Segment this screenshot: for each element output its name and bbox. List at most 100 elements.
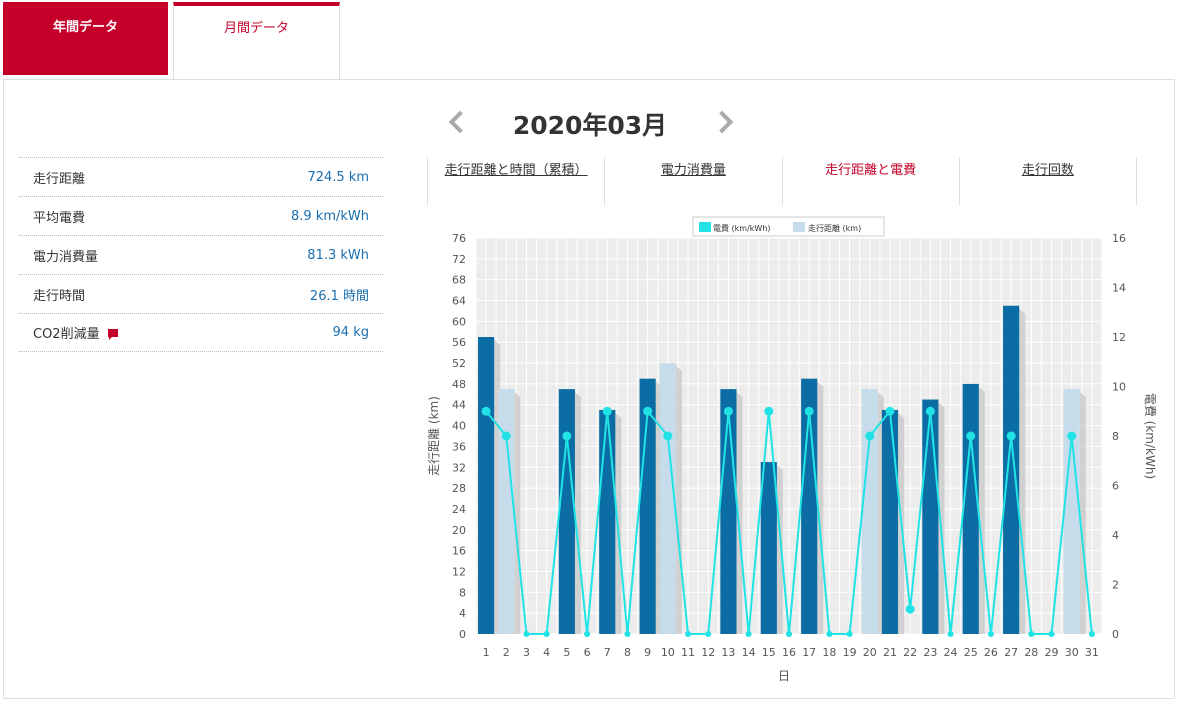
x-tick-label: 30 [1065, 646, 1079, 659]
efficiency-point [663, 431, 673, 441]
y-tick-label: 24 [452, 503, 466, 516]
y-tick-label: 16 [452, 545, 466, 558]
efficiency-point [543, 631, 550, 637]
efficiency-point [643, 406, 653, 416]
bar-shadow [978, 386, 985, 634]
legend-label-efficiency: 電費 (km/kWh) [713, 223, 771, 233]
chart-tab-cumulative[interactable]: 走行距離と時間（累積） [427, 157, 606, 205]
x-tick-label: 21 [883, 646, 897, 659]
stat-row-distance: 走行距離 724.5 km [19, 157, 383, 196]
efficiency-point [723, 406, 733, 416]
distance-efficiency-chart: 0481216202428323640444852566064687276024… [427, 216, 1158, 683]
stat-row-power: 電力消費量 81.3 kWh [19, 235, 383, 274]
x-tick-label: 15 [762, 646, 776, 659]
efficiency-point [501, 431, 511, 441]
tab-annual[interactable]: 年間データ [3, 2, 168, 75]
stat-value: 8.9 km/kWh [291, 208, 369, 224]
efficiency-point [745, 631, 752, 637]
x-tick-label: 16 [782, 646, 796, 659]
x-tick-label: 19 [843, 646, 857, 659]
efficiency-point [1067, 431, 1077, 441]
efficiency-point [584, 631, 591, 637]
legend-swatch-distance [793, 222, 805, 232]
efficiency-point [786, 631, 792, 637]
x-tick-label: 25 [964, 646, 978, 659]
distance-bar [1063, 389, 1080, 634]
x-tick-label: 8 [624, 646, 631, 659]
y2-tick-label: 16 [1112, 232, 1126, 245]
efficiency-point [705, 631, 712, 637]
distance-bar [558, 389, 575, 634]
chevron-left-icon[interactable] [448, 110, 472, 134]
y-tick-label: 76 [452, 232, 466, 245]
y2-tick-label: 8 [1112, 430, 1119, 443]
stat-value: 26.1 時間 [309, 288, 369, 304]
y-tick-label: 52 [452, 357, 466, 370]
x-tick-label: 12 [701, 646, 715, 659]
x-tick-label: 11 [681, 646, 695, 659]
y-tick-label: 0 [459, 628, 466, 641]
y-tick-label: 12 [452, 565, 466, 578]
chart-tab-trips[interactable]: 走行回数 [960, 157, 1137, 205]
bar-shadow [675, 366, 682, 634]
legend-label-distance: 走行距離 (km) [808, 223, 861, 233]
x-tick-label: 24 [944, 646, 958, 659]
x-tick-label: 26 [984, 646, 998, 659]
distance-bar [498, 389, 515, 634]
x-tick-label: 13 [721, 646, 735, 659]
y2-tick-label: 6 [1112, 480, 1119, 493]
x-tick-label: 29 [1045, 646, 1059, 659]
distance-bar [720, 389, 737, 634]
distance-bar [962, 383, 979, 634]
stat-row-co2: CO2削減量 94 kg [19, 313, 383, 352]
efficiency-point [1028, 631, 1035, 637]
efficiency-point [846, 631, 853, 637]
x-tick-label: 1 [483, 646, 490, 659]
stat-label-co2: CO2削減量 [33, 323, 118, 342]
x-tick-label: 3 [523, 646, 530, 659]
x-tick-label: 20 [863, 646, 877, 659]
chart-tabs: 走行距離と時間（累積） 電力消費量 走行距離と電費 走行回数 [427, 157, 1137, 207]
efficiency-point [1006, 431, 1016, 441]
y-axis-label: 走行距離 (km) [427, 396, 441, 476]
stat-label: 走行時間 [33, 288, 86, 304]
y-tick-label: 64 [452, 295, 466, 308]
efficiency-point [905, 604, 915, 614]
stat-label: 走行距離 [33, 171, 86, 187]
x-tick-label: 27 [1004, 646, 1018, 659]
x-tick-label: 5 [563, 646, 570, 659]
summary-stats: 走行距離 724.5 km 平均電費 8.9 km/kWh 電力消費量 81.3… [19, 157, 383, 352]
efficiency-point [685, 631, 692, 637]
y-tick-label: 68 [452, 274, 466, 287]
chevron-right-icon[interactable] [710, 110, 734, 134]
efficiency-point [624, 631, 631, 637]
efficiency-point [523, 631, 530, 637]
efficiency-point [764, 406, 774, 416]
x-tick-label: 18 [822, 646, 836, 659]
y2-tick-label: 14 [1112, 282, 1126, 295]
stat-label-text: CO2削減量 [33, 327, 100, 342]
x-tick-label: 2 [503, 646, 510, 659]
y-tick-label: 56 [452, 336, 466, 349]
efficiency-point [481, 406, 491, 416]
y2-tick-label: 12 [1112, 331, 1126, 344]
efficiency-point [947, 631, 954, 637]
x-tick-label: 28 [1024, 646, 1038, 659]
distance-bar [922, 399, 939, 634]
tab-monthly[interactable]: 月間データ [173, 2, 340, 80]
stat-label: 電力消費量 [33, 249, 99, 265]
y-tick-label: 8 [459, 586, 466, 599]
stat-label: 平均電費 [33, 210, 86, 226]
distance-bar [861, 389, 878, 634]
flag-icon[interactable] [107, 328, 118, 340]
x-tick-label: 31 [1085, 646, 1099, 659]
y-tick-label: 36 [452, 440, 466, 453]
x-tick-label: 4 [543, 646, 550, 659]
stat-value: 724.5 km [307, 169, 369, 185]
x-tick-label: 23 [923, 646, 937, 659]
distance-bar [1003, 305, 1020, 634]
chart-tab-distance-efficiency[interactable]: 走行距離と電費 [783, 157, 960, 205]
y2-tick-label: 0 [1112, 628, 1119, 641]
chart-tab-power[interactable]: 電力消費量 [605, 157, 783, 205]
efficiency-point [602, 406, 612, 416]
